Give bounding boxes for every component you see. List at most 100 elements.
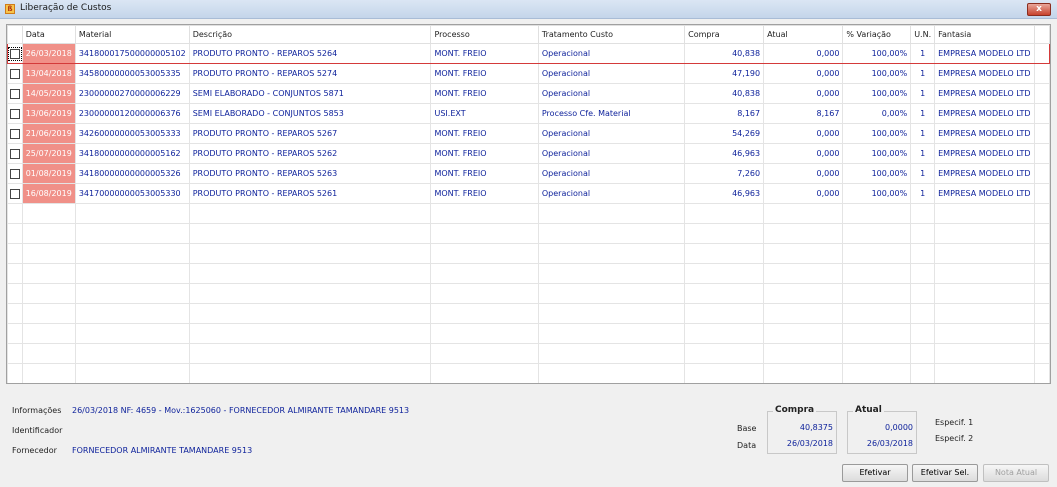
column-header-material[interactable]: Material bbox=[74, 25, 190, 44]
fantasia-cell[interactable]: EMPRESA MODELO LTD bbox=[934, 143, 1035, 164]
tratamento-cell[interactable]: Operacional bbox=[537, 183, 686, 204]
table-row[interactable]: 01/08/2019 34180000000000005326 PRODUTO PR… bbox=[7, 163, 1050, 184]
descricao-cell[interactable]: SEMI ELABORADO - CONJUNTOS 5871 bbox=[188, 83, 432, 104]
atual-cell[interactable]: 0,000 bbox=[763, 43, 844, 64]
atual-cell[interactable]: 0,000 bbox=[763, 123, 844, 144]
material-cell[interactable]: 23000000270000006229 bbox=[74, 83, 190, 104]
compra-cell[interactable]: 40,838 bbox=[684, 83, 765, 104]
table-row[interactable]: 25/07/2019 34180000000000005162 PRODUTO PR… bbox=[7, 143, 1050, 164]
table-row[interactable]: 26/03/2018 341800017500000005102 PRODUTO P… bbox=[7, 43, 1050, 64]
compra-cell[interactable]: 7,260 bbox=[684, 163, 765, 184]
atual-cell[interactable]: 0,000 bbox=[763, 63, 844, 84]
descricao-cell[interactable]: PRODUTO PRONTO - REPAROS 5262 bbox=[188, 143, 432, 164]
processo-cell[interactable]: MONT. FREIO bbox=[430, 183, 539, 204]
column-header-descricao[interactable]: Descrição bbox=[188, 25, 432, 44]
atual-cell[interactable]: 0,000 bbox=[763, 163, 844, 184]
descricao-cell[interactable]: PRODUTO PRONTO - REPAROS 5267 bbox=[188, 123, 432, 144]
data-cell[interactable]: 13/04/2018 bbox=[21, 63, 76, 84]
compra-cell[interactable]: 47,190 bbox=[684, 63, 765, 84]
tratamento-cell[interactable]: Operacional bbox=[537, 163, 686, 184]
variacao-cell[interactable]: 100,00% bbox=[842, 63, 912, 84]
column-header-data[interactable]: Data bbox=[21, 25, 76, 44]
material-cell[interactable]: 34180000000000005326 bbox=[74, 163, 190, 184]
row-checkbox[interactable] bbox=[9, 188, 20, 199]
processo-cell[interactable]: MONT. FREIO bbox=[430, 143, 539, 164]
variacao-cell[interactable]: 100,00% bbox=[842, 123, 912, 144]
material-cell[interactable]: 34180000000000005162 bbox=[74, 143, 190, 164]
column-header-variacao[interactable]: % Variação bbox=[842, 25, 912, 44]
material-cell[interactable]: 34580000000053005335 bbox=[74, 63, 190, 84]
un-cell[interactable]: 1 bbox=[910, 163, 936, 184]
fantasia-cell[interactable]: EMPRESA MODELO LTD bbox=[934, 183, 1035, 204]
material-cell[interactable]: 34260000000053005333 bbox=[74, 123, 190, 144]
table-row[interactable]: 16/08/2019 34170000000053005330 PRODUTO PR… bbox=[7, 183, 1050, 204]
variacao-cell[interactable]: 100,00% bbox=[842, 83, 912, 104]
fantasia-cell[interactable]: EMPRESA MODELO LTD bbox=[934, 63, 1035, 84]
processo-cell[interactable]: USI.EXT bbox=[430, 103, 539, 124]
un-cell[interactable]: 1 bbox=[910, 83, 936, 104]
atual-cell[interactable]: 0,000 bbox=[763, 83, 844, 104]
row-checkbox[interactable] bbox=[8, 46, 22, 61]
data-cell[interactable]: 16/08/2019 bbox=[21, 183, 76, 204]
efetivar-button[interactable]: Efetivar bbox=[842, 464, 908, 482]
un-cell[interactable]: 1 bbox=[910, 63, 936, 84]
material-cell[interactable]: 341800017500000005102 bbox=[74, 43, 190, 64]
column-header-compra[interactable]: Compra bbox=[684, 25, 765, 44]
processo-cell[interactable]: MONT. FREIO bbox=[430, 43, 539, 64]
nota-atual-button[interactable]: Nota Atual bbox=[983, 464, 1049, 482]
column-header-fantasia[interactable]: Fantasia bbox=[934, 25, 1035, 44]
descricao-cell[interactable]: PRODUTO PRONTO - REPAROS 5263 bbox=[188, 163, 432, 184]
row-checkbox[interactable] bbox=[9, 108, 20, 119]
fantasia-cell[interactable]: EMPRESA MODELO LTD bbox=[934, 163, 1035, 184]
compra-cell[interactable]: 54,269 bbox=[684, 123, 765, 144]
descricao-cell[interactable]: SEMI ELABORADO - CONJUNTOS 5853 bbox=[188, 103, 432, 124]
data-cell[interactable]: 01/08/2019 bbox=[21, 163, 76, 184]
column-header-tratamento-custo[interactable]: Tratamento Custo bbox=[537, 25, 686, 44]
variacao-cell[interactable]: 0,00% bbox=[842, 103, 912, 124]
table-row[interactable]: 21/06/2019 34260000000053005333 PRODUTO PR… bbox=[7, 123, 1050, 144]
atual-cell[interactable]: 0,000 bbox=[763, 143, 844, 164]
tratamento-cell[interactable]: Operacional bbox=[537, 83, 686, 104]
tratamento-cell[interactable]: Processo Cfe. Material bbox=[537, 103, 686, 124]
material-cell[interactable]: 34170000000053005330 bbox=[74, 183, 190, 204]
row-checkbox[interactable] bbox=[9, 88, 20, 99]
compra-cell[interactable]: 46,963 bbox=[684, 183, 765, 204]
un-cell[interactable]: 1 bbox=[910, 43, 936, 64]
costs-grid[interactable]: Data Material Descrição Processo Tratame… bbox=[6, 24, 1051, 384]
data-cell[interactable]: 21/06/2019 bbox=[21, 123, 76, 144]
tratamento-cell[interactable]: Operacional bbox=[537, 63, 686, 84]
processo-cell[interactable]: MONT. FREIO bbox=[430, 63, 539, 84]
data-cell[interactable]: 26/03/2018 bbox=[21, 43, 76, 64]
descricao-cell[interactable]: PRODUTO PRONTO - REPAROS 5264 bbox=[188, 43, 432, 64]
fantasia-cell[interactable]: EMPRESA MODELO LTD bbox=[934, 123, 1035, 144]
compra-cell[interactable]: 8,167 bbox=[684, 103, 765, 124]
row-checkbox[interactable] bbox=[9, 148, 20, 159]
tratamento-cell[interactable]: Operacional bbox=[537, 43, 686, 64]
data-cell[interactable]: 14/05/2019 bbox=[21, 83, 76, 104]
variacao-cell[interactable]: 100,00% bbox=[842, 163, 912, 184]
fantasia-cell[interactable]: EMPRESA MODELO LTD bbox=[934, 103, 1035, 124]
un-cell[interactable]: 1 bbox=[910, 123, 936, 144]
row-checkbox[interactable] bbox=[9, 168, 20, 179]
column-header-atual[interactable]: Atual bbox=[763, 25, 844, 44]
tratamento-cell[interactable]: Operacional bbox=[537, 143, 686, 164]
descricao-cell[interactable]: PRODUTO PRONTO - REPAROS 5261 bbox=[188, 183, 432, 204]
table-row[interactable]: 13/06/2019 23000000120000006376 SEMI ELABO… bbox=[7, 103, 1050, 124]
row-checkbox[interactable] bbox=[9, 128, 20, 139]
column-header-processo[interactable]: Processo bbox=[430, 25, 539, 44]
atual-cell[interactable]: 0,000 bbox=[763, 183, 844, 204]
variacao-cell[interactable]: 100,00% bbox=[842, 43, 912, 64]
processo-cell[interactable]: MONT. FREIO bbox=[430, 163, 539, 184]
data-cell[interactable]: 25/07/2019 bbox=[21, 143, 76, 164]
tratamento-cell[interactable]: Operacional bbox=[537, 123, 686, 144]
processo-cell[interactable]: MONT. FREIO bbox=[430, 123, 539, 144]
un-cell[interactable]: 1 bbox=[910, 183, 936, 204]
atual-cell[interactable]: 8,167 bbox=[763, 103, 844, 124]
table-row[interactable]: 13/04/2018 34580000000053005335 PRODUTO PR… bbox=[7, 63, 1050, 84]
efetivar-sel-button[interactable]: Efetivar Sel. bbox=[912, 464, 978, 482]
variacao-cell[interactable]: 100,00% bbox=[842, 143, 912, 164]
un-cell[interactable]: 1 bbox=[910, 103, 936, 124]
table-row[interactable]: 14/05/2019 23000000270000006229 SEMI ELABO… bbox=[7, 83, 1050, 104]
material-cell[interactable]: 23000000120000006376 bbox=[74, 103, 190, 124]
un-cell[interactable]: 1 bbox=[910, 143, 936, 164]
